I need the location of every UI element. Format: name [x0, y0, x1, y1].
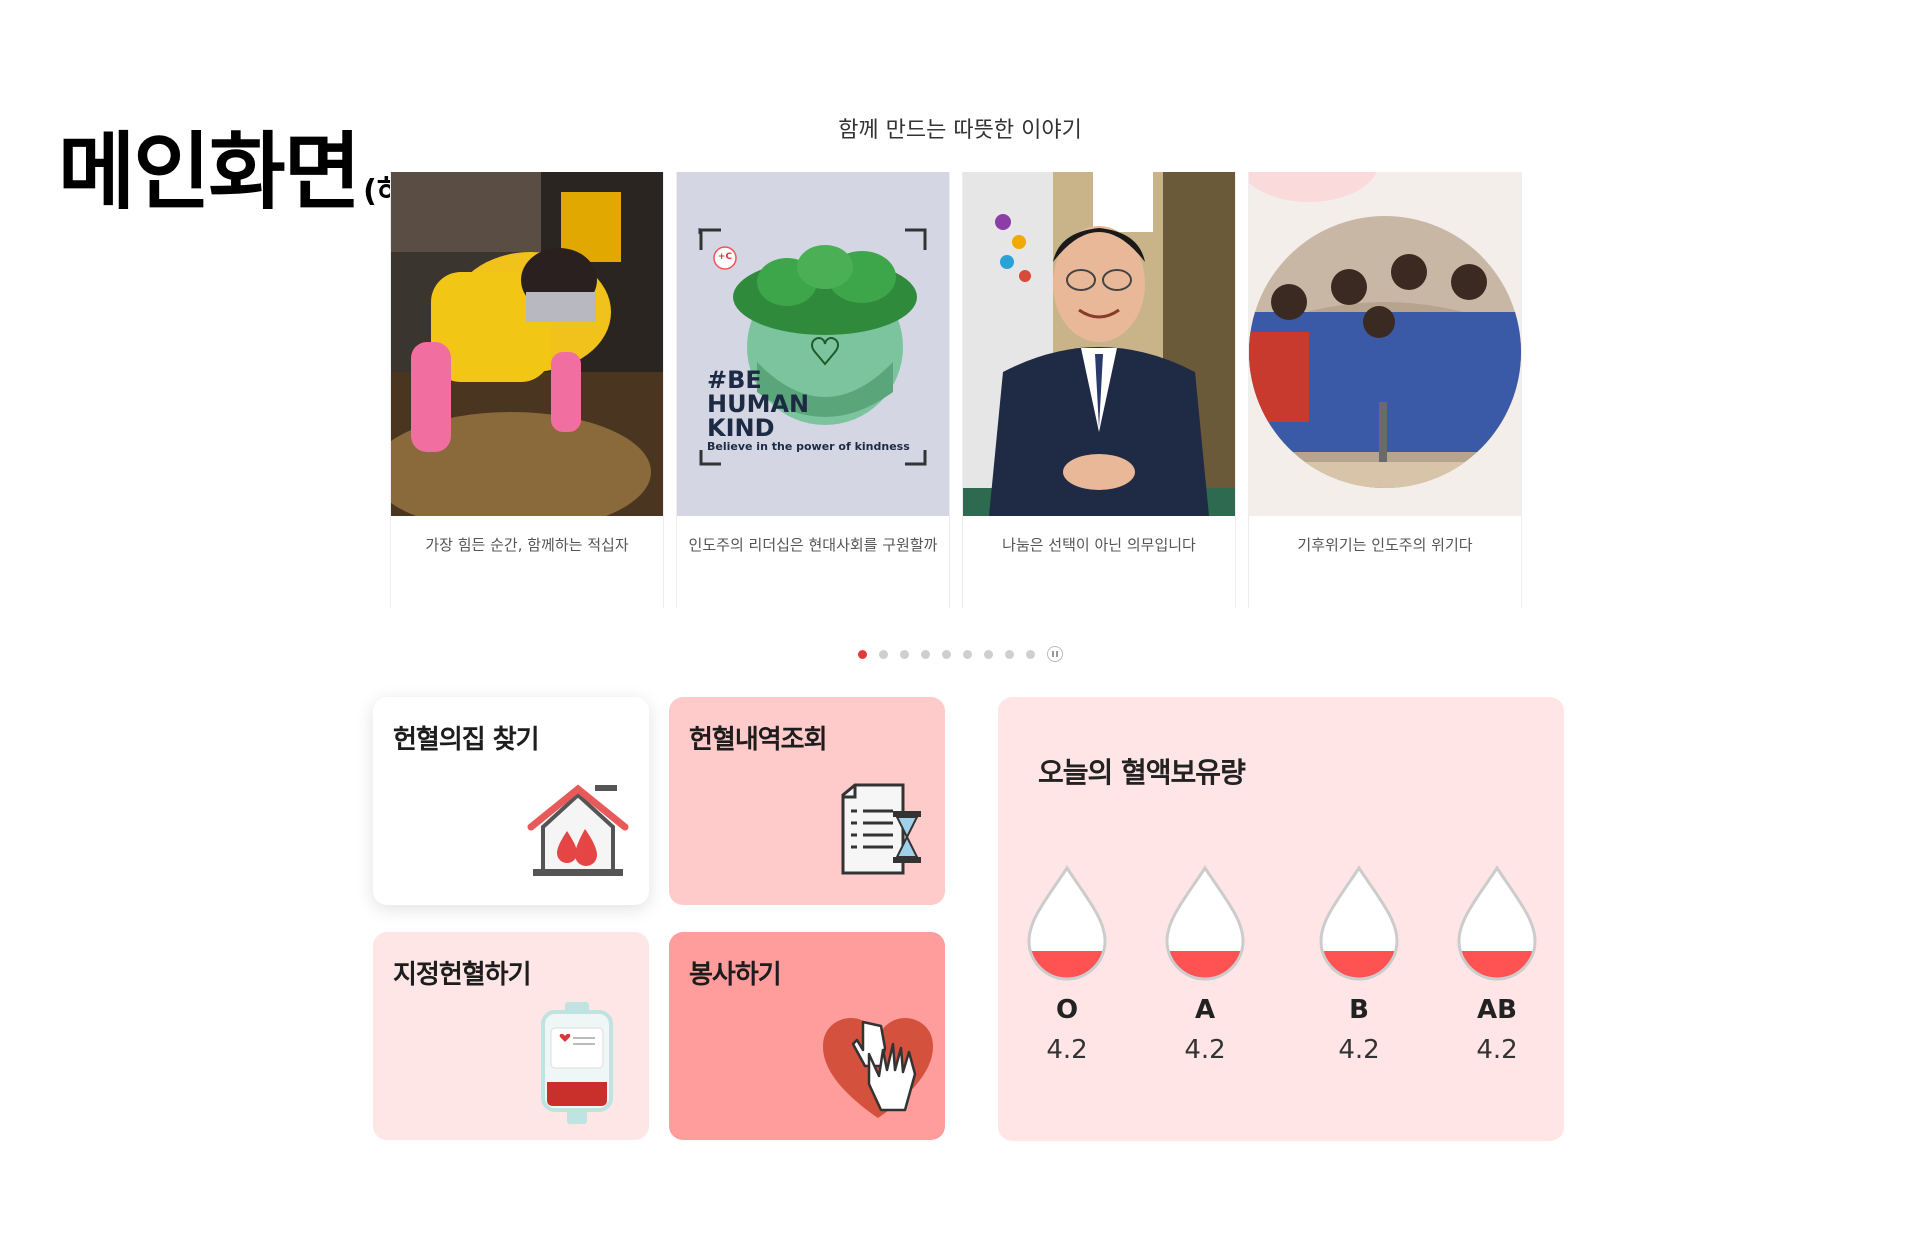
blood-stock-value: 4.2	[1184, 1035, 1226, 1065]
pagination-dot[interactable]	[962, 649, 972, 659]
story-caption: 기후위기는 인도주의 위기다	[1297, 536, 1473, 554]
tile-label: 헌혈내역조회	[689, 725, 828, 755]
designated-donation-button[interactable]: 지정헌혈하기	[373, 932, 649, 1140]
blood-type-a: A 4.2	[1160, 865, 1250, 1065]
story-card[interactable]: 나눔은 선택이 아닌 의무입니다	[962, 172, 1236, 608]
story-caption: 인도주의 리더십은 현대사회를 구원할까	[688, 536, 938, 554]
find-donation-house-button[interactable]: 헌혈의집 찾기	[373, 697, 649, 905]
blood-type-label: A	[1194, 995, 1216, 1025]
tile-label: 헌혈의집 찾기	[393, 725, 540, 755]
blood-type-label: O	[1055, 995, 1079, 1025]
pagination-dot-active[interactable]	[857, 649, 867, 659]
pagination-dot[interactable]	[920, 649, 930, 659]
children-water-photo	[1249, 172, 1521, 516]
blood-drop-icon	[1165, 865, 1245, 981]
blood-type-o: O 4.2	[1022, 865, 1112, 1065]
story-caption: 나눔은 선택이 아닌 의무입니다	[1002, 536, 1196, 554]
pagination-dot[interactable]	[1025, 649, 1035, 659]
poster-line: KIND	[707, 414, 775, 442]
stories-carousel: 가장 힘든 순간, 함께하는 적십자 #BE HUMAN KIND Believ…	[390, 172, 1522, 608]
blood-type-ab: AB 4.2	[1452, 865, 1542, 1065]
portrait-photo	[963, 172, 1235, 516]
blood-drop-icon	[1319, 865, 1399, 981]
blood-stock-panel: 오늘의 혈액보유량 O 4.2 A 4.2 B 4.2 AB 4.2	[998, 697, 1564, 1141]
tile-label: 지정헌혈하기	[393, 960, 532, 990]
poster-line: HUMAN	[707, 390, 810, 418]
blood-stock-value: 4.2	[1046, 1035, 1088, 1065]
story-card[interactable]: 기후위기는 인도주의 위기다	[1248, 172, 1522, 608]
blood-type-b: B 4.2	[1314, 865, 1404, 1065]
pagination-dot[interactable]	[1004, 649, 1014, 659]
blood-drop-icon	[1457, 865, 1537, 981]
red-cross-badge: +C	[717, 252, 733, 262]
blood-stock-value: 4.2	[1476, 1035, 1518, 1065]
tile-label: 봉사하기	[689, 960, 782, 990]
blood-type-label: AB	[1477, 995, 1517, 1025]
pagination-dot[interactable]	[899, 649, 909, 659]
donation-history-button[interactable]: 헌혈내역조회	[669, 697, 945, 905]
stories-title: 함께 만드는 따뜻한 이야기	[838, 118, 1082, 143]
poster-tagline: Believe in the power of kindness	[707, 440, 910, 453]
pagination-dot[interactable]	[941, 649, 951, 659]
volunteer-photo	[391, 172, 663, 516]
blood-stock-title: 오늘의 혈액보유량	[1038, 756, 1246, 789]
document-hourglass-icon	[841, 783, 921, 875]
pause-icon[interactable]	[1046, 646, 1063, 662]
pagination-dot[interactable]	[878, 649, 888, 659]
blood-bag-icon	[541, 1002, 613, 1124]
blood-stock-value: 4.2	[1338, 1035, 1380, 1065]
story-caption: 가장 힘든 순간, 함께하는 적십자	[425, 536, 629, 554]
be-human-kind-poster: #BE HUMAN KIND Believe in the power of k…	[677, 172, 949, 516]
pagination-dot[interactable]	[983, 649, 993, 659]
poster-line: #BE	[707, 366, 762, 394]
story-card[interactable]: 가장 힘든 순간, 함께하는 적십자	[390, 172, 664, 608]
blood-type-label: B	[1349, 995, 1369, 1025]
heart-hands-icon	[823, 1018, 933, 1118]
blood-house-icon	[527, 784, 629, 876]
story-card[interactable]: #BE HUMAN KIND Believe in the power of k…	[676, 172, 950, 608]
volunteer-button[interactable]: 봉사하기	[669, 932, 945, 1140]
carousel-pagination	[0, 646, 1920, 662]
blood-drop-icon	[1027, 865, 1107, 981]
